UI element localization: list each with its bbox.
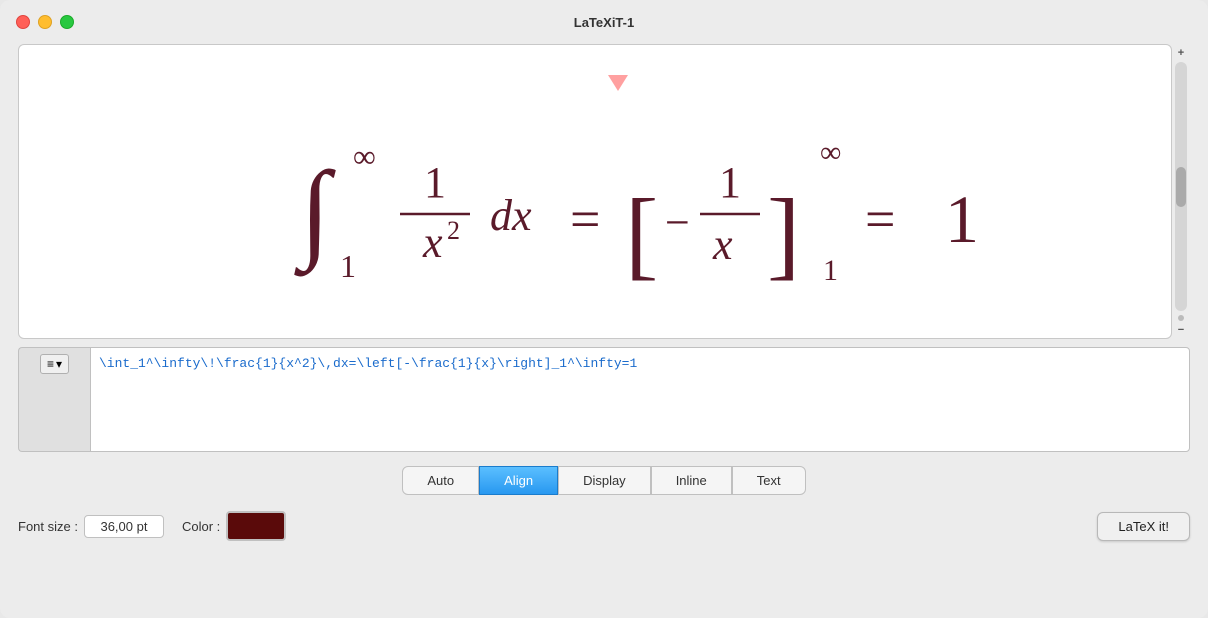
latex-it-button[interactable]: LaTeX it! (1097, 512, 1190, 541)
svg-text:−: − (665, 198, 690, 247)
svg-text:1: 1 (823, 254, 838, 287)
svg-text:∫: ∫ (294, 149, 336, 277)
svg-text:]: ] (767, 178, 800, 289)
scroll-down-button[interactable]: − (1174, 323, 1188, 337)
svg-text:=: = (865, 189, 895, 249)
mode-auto-button[interactable]: Auto (402, 466, 479, 495)
mode-text-button[interactable]: Text (732, 466, 806, 495)
math-preview: .math-text { fill: #5a1a2a; font-family:… (185, 82, 1005, 302)
scroll-thumb (1176, 167, 1186, 207)
svg-text:1: 1 (424, 158, 446, 207)
mode-inline-button[interactable]: Inline (651, 466, 732, 495)
mode-display-button[interactable]: Display (558, 466, 651, 495)
color-label: Color : (182, 519, 220, 534)
app-window: LaTeXiT-1 .math-text { fill: #5a1a2a; fo… (0, 0, 1208, 618)
font-size-input[interactable] (84, 515, 164, 538)
color-swatch[interactable] (226, 511, 286, 541)
svg-text:x: x (712, 220, 733, 269)
bottom-bar: Font size : Color : LaTeX it! (18, 511, 1190, 541)
preview-scrollbar: + − (1172, 44, 1190, 339)
svg-text:∞: ∞ (820, 136, 841, 169)
svg-text:=: = (570, 189, 600, 249)
latex-editor[interactable] (90, 347, 1190, 452)
mode-align-button[interactable]: Align (479, 466, 558, 495)
menu-icon: ≡ (47, 357, 54, 371)
scroll-track[interactable] (1175, 62, 1187, 311)
menu-arrow-icon: ▾ (56, 357, 62, 371)
editor-sidebar: ≡ ▾ (18, 347, 90, 452)
svg-text:1: 1 (340, 248, 356, 284)
svg-text:x: x (422, 218, 443, 267)
preview-pane: .math-text { fill: #5a1a2a; font-family:… (18, 44, 1172, 339)
svg-text:1: 1 (945, 181, 979, 257)
titlebar: LaTeXiT-1 (0, 0, 1208, 44)
svg-text:2: 2 (447, 216, 460, 245)
font-size-label: Font size : (18, 519, 78, 534)
close-button[interactable] (16, 15, 30, 29)
svg-text:1: 1 (719, 158, 741, 207)
preview-container: .math-text { fill: #5a1a2a; font-family:… (18, 44, 1190, 339)
minimize-button[interactable] (38, 15, 52, 29)
svg-text:∞: ∞ (353, 138, 376, 174)
editor-area: ≡ ▾ (18, 347, 1190, 452)
svg-text:[: [ (625, 178, 658, 289)
content-area: .math-text { fill: #5a1a2a; font-family:… (0, 44, 1208, 618)
svg-text:dx: dx (490, 191, 532, 240)
template-menu-button[interactable]: ≡ ▾ (40, 354, 69, 374)
scroll-up-button[interactable]: + (1174, 46, 1188, 60)
cursor-indicator (608, 75, 628, 91)
window-title: LaTeXiT-1 (574, 15, 634, 30)
maximize-button[interactable] (60, 15, 74, 29)
mode-buttons: Auto Align Display Inline Text (18, 466, 1190, 495)
traffic-lights (16, 15, 74, 29)
scroll-dot (1178, 315, 1184, 321)
